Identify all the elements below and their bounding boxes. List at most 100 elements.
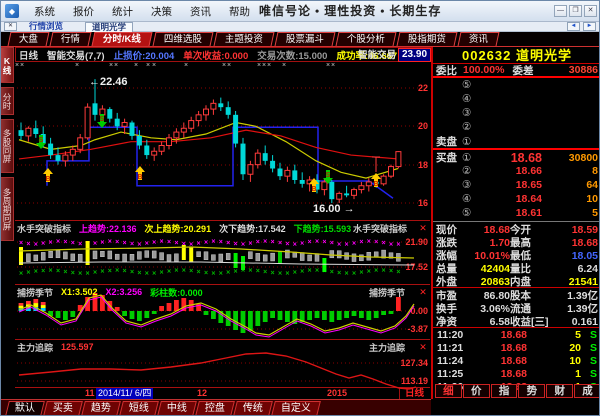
toolbar-tab-买卖[interactable]: 买卖 (43, 401, 83, 416)
pane2-title: 水手突破指标 (17, 222, 71, 235)
ribbon-tab-分时/K线[interactable]: 分时/K线 (92, 32, 153, 46)
orderbook: ⑤④③②卖盘①买盘①18.6830800②18.668③18.6564④18.6… (433, 78, 600, 393)
ribbon-tab-资讯[interactable]: 资讯 (458, 32, 500, 46)
panel-tab-指[interactable]: 指 (491, 384, 518, 398)
sell-row-③: ③ (433, 106, 600, 120)
title-slogan: 唯信号论 • 理性投资 • 长期生存 (259, 1, 441, 22)
sidebar-tab-多股同屏[interactable]: 多股同屏 (1, 119, 14, 173)
toolbar-tab-自定义[interactable]: 自定义 (271, 401, 321, 416)
sidebar-tab-K线[interactable]: K线 (1, 47, 14, 83)
ribbon-tab-主题投资[interactable]: 主题投资 (214, 32, 275, 46)
buy-row-④: ④18.6410 (433, 192, 600, 206)
level-num: ④ (462, 93, 482, 105)
svg-text:×: × (374, 239, 378, 246)
stat-value: 10.01% (466, 250, 510, 262)
svg-text:×: × (26, 270, 30, 277)
ribbon-tab-个股分析[interactable]: 个股分析 (336, 32, 397, 46)
sidebar-tab-多周期同屏[interactable]: 多周期同屏 (1, 177, 14, 241)
menu-item-帮助[interactable]: 帮助 (220, 4, 259, 19)
panel-tab-财[interactable]: 财 (546, 384, 573, 398)
menu-item-报价[interactable]: 报价 (64, 4, 103, 19)
menu-item-资讯[interactable]: 资讯 (181, 4, 220, 19)
svg-text:×: × (160, 239, 164, 246)
tab-market-browse[interactable]: 行情浏览 (23, 22, 69, 32)
x-axis-period[interactable]: 日线 (399, 388, 429, 399)
toolbar-tab-传统[interactable]: 传统 (233, 401, 273, 416)
stat-value: 1.70 (466, 237, 510, 249)
ribbon-tab-label: 行情 (61, 33, 80, 46)
ribbon-tab-行情[interactable]: 行情 (50, 32, 92, 46)
stat-value: 18.59 (554, 224, 598, 236)
svg-text:×: × (330, 269, 334, 276)
tab-stock-daoming[interactable]: 道明光学 (85, 22, 133, 32)
ribbon-tab-股票漏斗[interactable]: 股票漏斗 (275, 32, 336, 46)
weicha-value: 30886 (569, 64, 598, 76)
svg-text:×: × (315, 239, 319, 246)
svg-text:×: × (109, 62, 113, 69)
svg-text:×: × (78, 270, 82, 277)
svg-text:×: × (123, 240, 127, 247)
pane2-header-param-0: 上趋势:22.136 (79, 222, 137, 235)
nav-prev-icon[interactable]: ◄ (567, 22, 580, 31)
pane3-title-right: 捕捞季节 (369, 286, 405, 299)
minimize-button[interactable]: — (554, 5, 567, 17)
svg-text:×: × (189, 241, 193, 248)
svg-text:×: × (184, 62, 188, 69)
ribbon-tab-大盘[interactable]: 大盘 (8, 32, 50, 46)
toolbar-tab-短线[interactable]: 短线 (119, 401, 159, 416)
stats-row-涨幅: 涨幅10.01%最低18.05 (433, 248, 600, 261)
stat-value: 21541 (554, 276, 598, 288)
svg-text:×: × (56, 239, 60, 246)
svg-text:22: 22 (418, 83, 428, 93)
toolbar-tab-中线[interactable]: 中线 (157, 401, 197, 416)
trade-row-11:21: 11:2118.6820S (433, 341, 600, 354)
menu-item-决策[interactable]: 决策 (142, 4, 181, 19)
nav-next-icon[interactable]: ► (583, 22, 596, 31)
svg-text:×: × (322, 239, 326, 246)
svg-text:×: × (145, 241, 149, 248)
svg-text:×: × (241, 241, 245, 248)
svg-text:×: × (367, 268, 371, 275)
panel-tab-成[interactable]: 成 (574, 384, 600, 398)
stat-value: 18.68 (554, 237, 598, 249)
menu-item-统计[interactable]: 统计 (103, 4, 142, 19)
stock-title: 002632 道明光学 (433, 47, 600, 64)
panel-tab-细[interactable]: 细 (435, 384, 462, 398)
restore-button[interactable]: ❐ (569, 5, 582, 17)
svg-text:×: × (100, 239, 104, 246)
trade-vol: 10 (527, 355, 581, 367)
svg-text:×: × (137, 270, 141, 277)
pane4-close-icon[interactable]: ✕ (417, 341, 429, 353)
stats-row-现价: 现价18.68今开18.59 (433, 222, 600, 235)
panel-tab-价[interactable]: 价 (463, 384, 490, 398)
toolbar-tab-label: 买卖 (53, 402, 73, 416)
ribbon-tab-股指期货[interactable]: 股指期货 (397, 32, 458, 46)
menu-item-系统[interactable]: 系统 (25, 4, 64, 19)
sell-row-②: ② (433, 120, 600, 134)
svg-text:×: × (352, 241, 356, 248)
indicator-name-right: 智能交易 (358, 49, 396, 62)
svg-text:×: × (167, 269, 171, 276)
trade-dir: S (581, 329, 597, 341)
sidebar-tab-分时[interactable]: 分时 (1, 87, 14, 115)
trade-dir: S (581, 368, 597, 380)
toolbar-tab-控盘[interactable]: 控盘 (195, 401, 235, 416)
stats-row-净资: 净资6.58收益[三]0.161 (433, 314, 600, 327)
svg-text:×: × (263, 239, 267, 246)
toolbar-tab-label: 中线 (167, 402, 187, 416)
tab-close-icon[interactable]: ✕ (4, 22, 17, 31)
svg-text:×: × (174, 268, 178, 275)
svg-text:×: × (389, 268, 393, 275)
panel-tab-势[interactable]: 势 (518, 384, 545, 398)
svg-text:×: × (271, 239, 275, 246)
toolbar-tab-趋势[interactable]: 趋势 (81, 401, 121, 416)
title-bar: ◆ 系统报价统计决策资讯帮助 唯信号论 • 理性投资 • 长期生存 — ❐ ✕ (1, 1, 600, 22)
pane3-close-icon[interactable]: ✕ (417, 286, 429, 298)
svg-text:×: × (189, 268, 193, 275)
pane2-close-icon[interactable]: ✕ (417, 222, 429, 234)
svg-text:×: × (160, 270, 164, 277)
toolbar-tab-默认[interactable]: 默认 (5, 401, 45, 416)
close-button[interactable]: ✕ (584, 5, 597, 17)
trade-price: 18.68 (469, 342, 527, 354)
ribbon-tab-四维选股[interactable]: 四维选股 (153, 32, 214, 46)
